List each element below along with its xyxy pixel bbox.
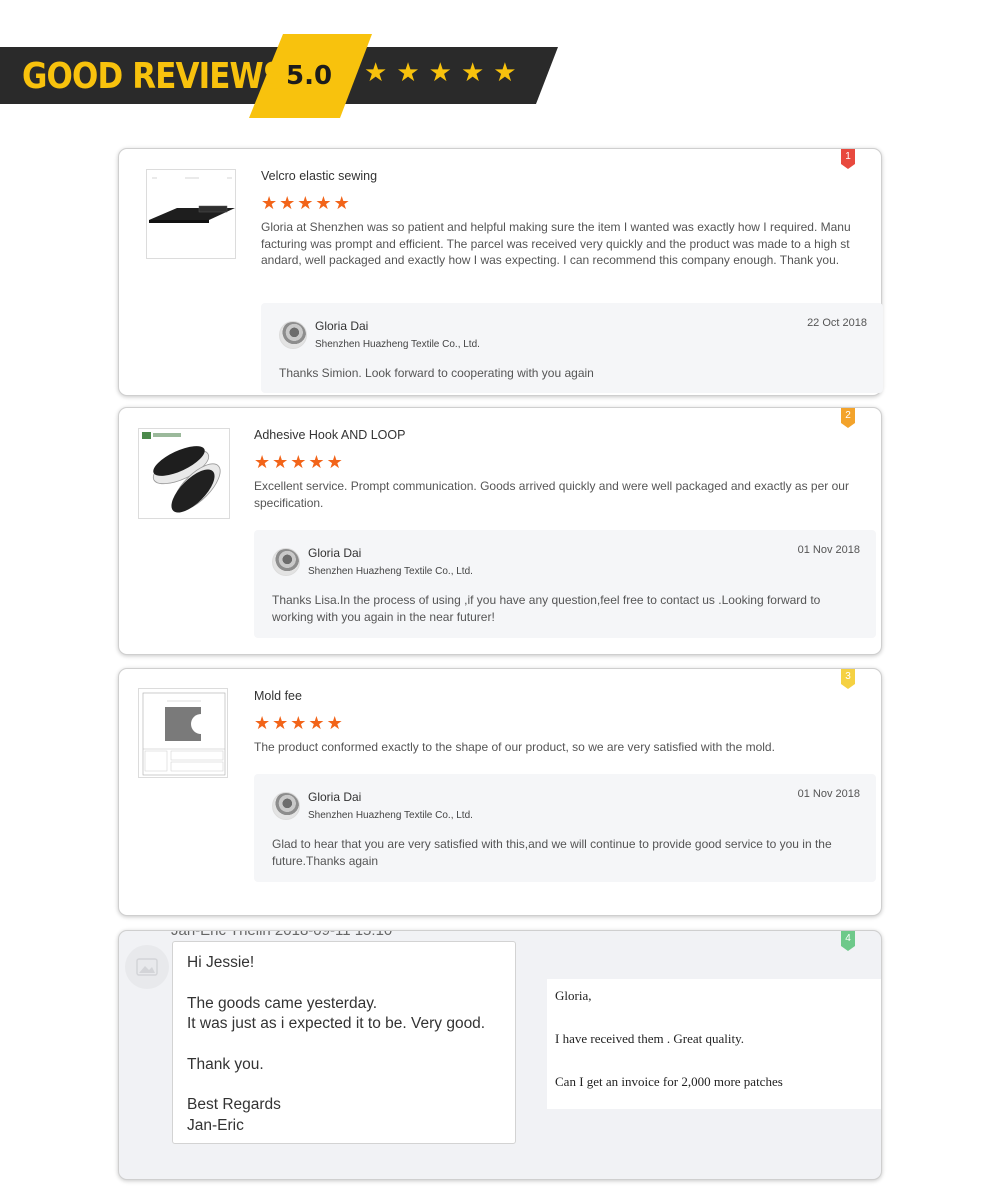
seller-reply: Gloria Dai Shenzhen Huazheng Textile Co.…: [254, 774, 876, 882]
banner-score: 5.0: [286, 61, 333, 91]
seller-avatar: [279, 321, 307, 349]
seller-avatar: [272, 792, 300, 820]
star-icon: ★: [290, 713, 307, 733]
reply-company: Shenzhen Huazheng Textile Co., Ltd.: [308, 566, 473, 577]
star-icon: ★: [254, 452, 271, 472]
note-line: I have received them . Great quality.: [555, 1031, 745, 1046]
good-reviews-banner: GOOD REVIEWS 5.0 ★ ★ ★ ★ ★: [0, 34, 570, 118]
rank-badge: 3: [841, 669, 855, 689]
reply-company: Shenzhen Huazheng Textile Co., Ltd.: [315, 339, 480, 350]
star-icon: ★: [272, 713, 289, 733]
reply-author: Gloria Dai: [315, 319, 369, 333]
review-text: The product conformed exactly to the sha…: [254, 740, 775, 754]
email-signature: Jan-Eric: [187, 1116, 244, 1134]
email-greeting: Hi Jessie!: [187, 954, 255, 971]
email-line: The goods came yesterday.: [187, 994, 378, 1012]
reply-author: Gloria Dai: [308, 546, 362, 560]
note-greeting: Gloria,: [555, 988, 592, 1003]
banner-title: GOOD REVIEWS: [22, 56, 285, 97]
banner-star-rating: ★ ★ ★ ★ ★: [364, 59, 517, 85]
reply-date: 22 Oct 2018: [807, 317, 867, 329]
star-icon: ★: [460, 57, 485, 87]
reply-author: Gloria Dai: [308, 790, 362, 804]
review-card: 1 Velcro elastic sewing ★ ★ ★ ★ ★ Gloria…: [118, 148, 883, 396]
review-card-screenshots: 4 Jan-Eric Thelin 2018-09-11 15:10 Hi Je…: [118, 930, 882, 1180]
star-rating: ★ ★ ★ ★ ★: [254, 453, 343, 471]
star-icon: ★: [315, 193, 332, 213]
email-header: Jan-Eric Thelin 2018-09-11 15:10: [171, 930, 393, 939]
star-icon: ★: [272, 452, 289, 472]
image-placeholder-icon: [125, 945, 169, 989]
product-thumbnail[interactable]: [138, 428, 230, 519]
star-rating: ★ ★ ★ ★ ★: [254, 714, 343, 732]
email-body: The goods came yesterday. It was just as…: [187, 994, 501, 1035]
star-icon: ★: [261, 193, 278, 213]
seller-reply: Gloria Dai Shenzhen Huazheng Textile Co.…: [261, 303, 883, 393]
review-text: Excellent service. Prompt communication.…: [254, 479, 849, 510]
email-regards: Best Regards: [187, 1096, 281, 1113]
rank-badge: 2: [841, 408, 855, 428]
reply-text: Thanks Lisa.In the process of using ,if …: [272, 593, 821, 624]
email-signoff: Best Regards Jan-Eric: [187, 1095, 501, 1136]
product-title[interactable]: Velcro elastic sewing: [261, 169, 377, 183]
star-icon: ★: [279, 193, 296, 213]
rank-badge: 1: [841, 149, 855, 169]
star-icon: ★: [254, 713, 271, 733]
customer-email: Hi Jessie! The goods came yesterday. It …: [172, 941, 516, 1144]
product-title[interactable]: Mold fee: [254, 689, 302, 703]
star-icon: ★: [290, 452, 307, 472]
product-thumbnail[interactable]: [146, 169, 236, 259]
star-icon: ★: [364, 57, 388, 87]
reply-date: 01 Nov 2018: [797, 544, 860, 556]
star-icon: ★: [428, 57, 452, 87]
reply-text: Glad to hear that you are very satisfied…: [272, 837, 832, 868]
email-line: It was just as i expected it to be. Very…: [187, 1015, 486, 1032]
product-title[interactable]: Adhesive Hook AND LOOP: [254, 428, 405, 442]
star-icon: ★: [326, 452, 343, 472]
star-icon: ★: [308, 713, 325, 733]
star-icon: ★: [308, 452, 325, 472]
reply-date: 01 Nov 2018: [797, 788, 860, 800]
review-card: 3 Mold fee ★ ★ ★ ★ ★ The product conform…: [118, 668, 882, 916]
customer-note: Gloria, I have received them . Great qua…: [547, 979, 881, 1109]
seller-avatar: [272, 548, 300, 576]
star-icon: ★: [396, 57, 420, 87]
review-text: Gloria at Shenzhen was so patient and he…: [261, 220, 851, 267]
seller-reply: Gloria Dai Shenzhen Huazheng Textile Co.…: [254, 530, 876, 638]
review-card: 2 Adhesive Hook AND LOOP ★ ★ ★ ★ ★ Excel…: [118, 407, 882, 655]
star-icon: ★: [326, 713, 343, 733]
email-thanks: Thank you.: [187, 1055, 264, 1073]
star-icon: ★: [297, 193, 314, 213]
note-line: Can I get an invoice for 2,000 more patc…: [555, 1074, 783, 1089]
star-icon: ★: [493, 57, 517, 87]
rank-badge: 4: [841, 931, 855, 951]
star-icon: ★: [333, 193, 350, 213]
star-rating: ★ ★ ★ ★ ★: [261, 194, 350, 212]
product-thumbnail[interactable]: [138, 688, 228, 778]
reply-company: Shenzhen Huazheng Textile Co., Ltd.: [308, 810, 473, 821]
reply-text: Thanks Simion. Look forward to cooperati…: [279, 366, 594, 380]
